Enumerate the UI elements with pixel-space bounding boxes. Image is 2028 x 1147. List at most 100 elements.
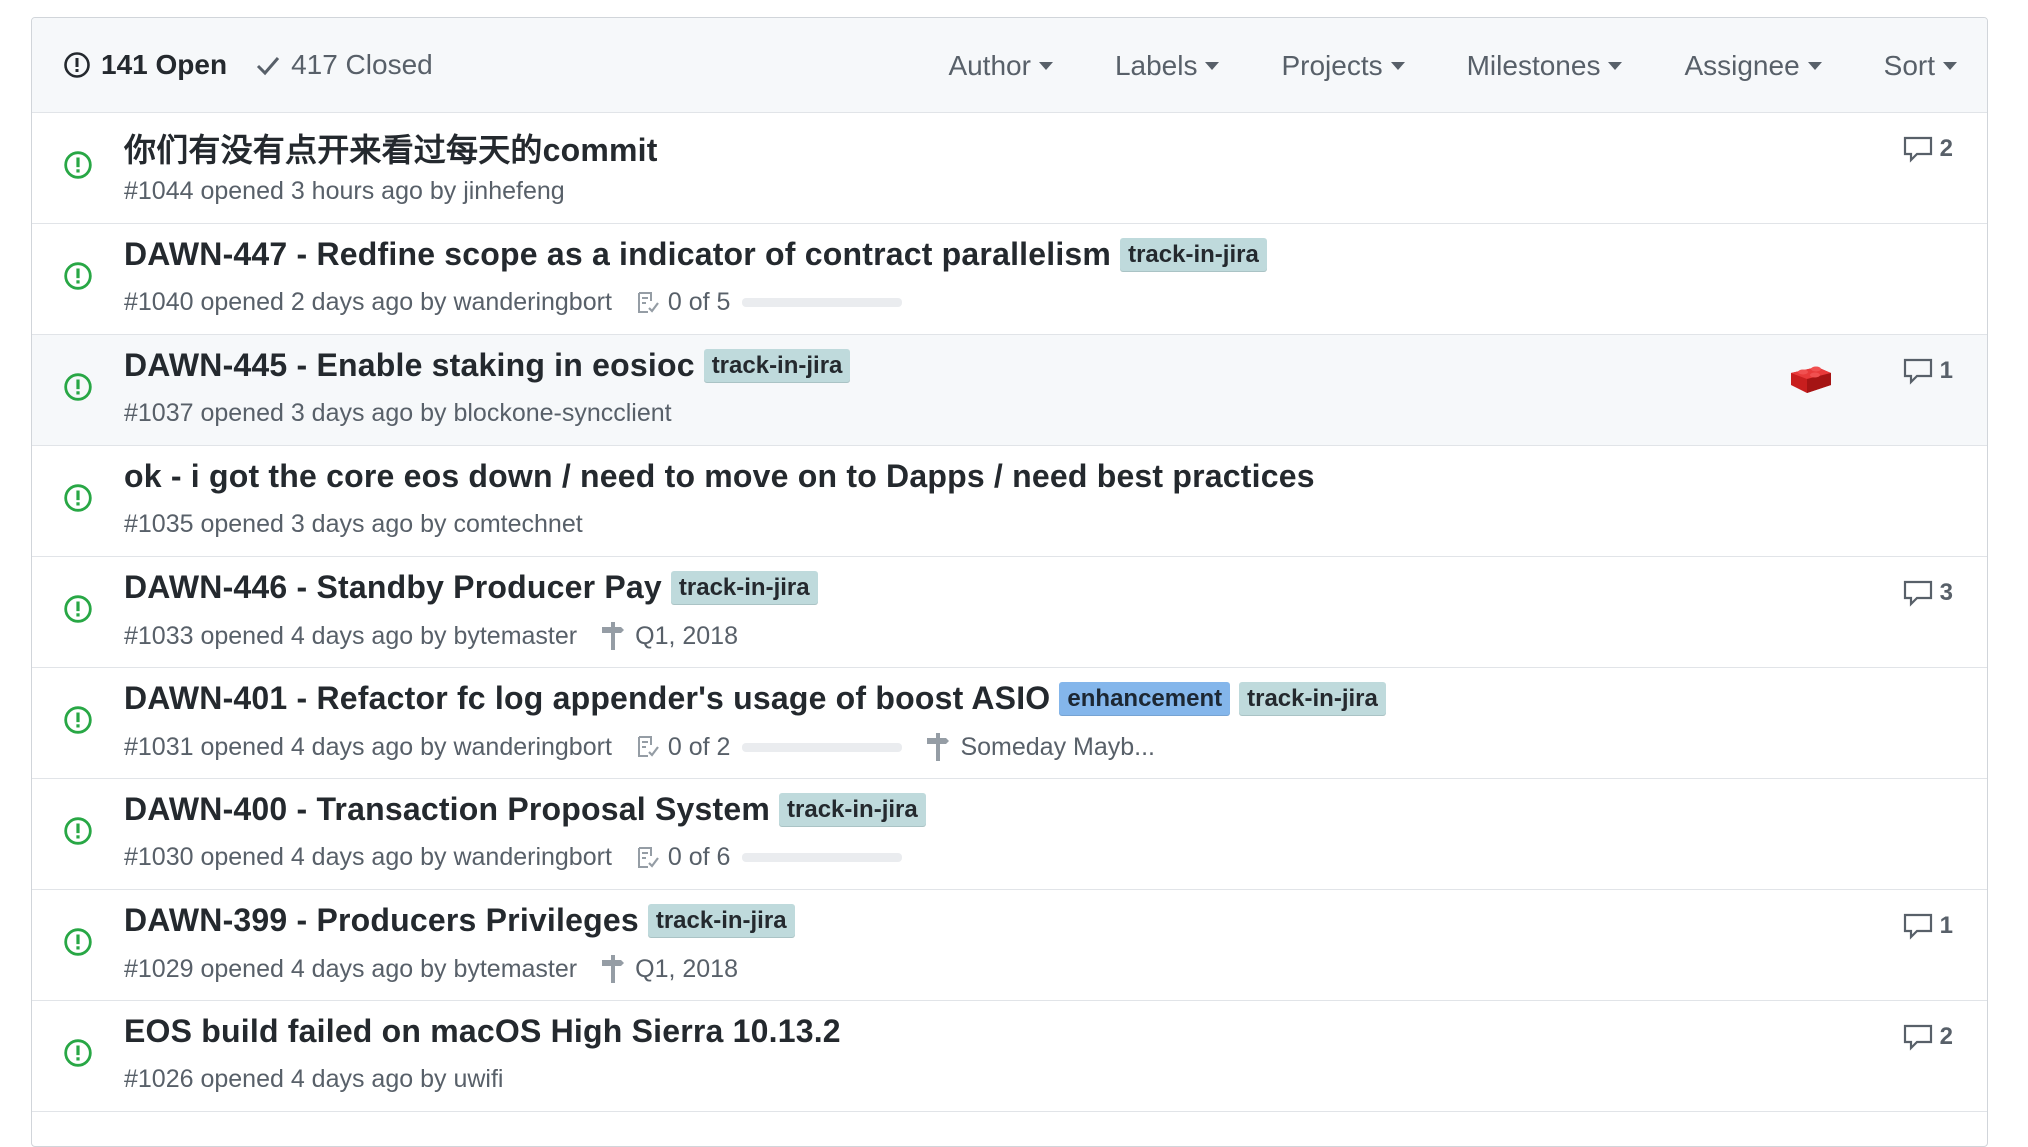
issue-opened-icon [64, 595, 92, 623]
labels-filter[interactable]: Labels [1115, 50, 1220, 82]
comments-link[interactable]: 1 [1903, 357, 1953, 385]
issue-opened-icon [64, 262, 92, 290]
issue-row: 你们有没有点开来看过每天的commit #1044 opened 3 hours… [32, 113, 1987, 224]
closed-count-label: 417 Closed [291, 49, 433, 80]
issue-meta: #1040 opened 2 days ago by wanderingbort… [124, 288, 903, 317]
lego-brick-icon [1791, 366, 1831, 393]
issue-row: DAWN-401 - Refactor fc log appender's us… [32, 668, 1987, 779]
milestone-link[interactable]: Someday Mayb... [926, 732, 1155, 762]
comment-icon [1903, 580, 1932, 607]
issue-opened-icon [64, 1039, 92, 1067]
issue-opened-icon [64, 484, 92, 512]
author-link[interactable]: jinhefeng [463, 177, 564, 206]
issue-row: DAWN-446 - Standby Producer Pay track-in… [32, 557, 1987, 668]
checklist-icon [637, 736, 659, 757]
caret-down-icon [1608, 61, 1623, 70]
milestones-filter[interactable]: Milestones [1467, 50, 1623, 82]
issues-header: 141 Open 417 Closed Author Labels Projec… [32, 18, 1987, 113]
issue-meta: #1031 opened 4 days ago by wanderingbort… [124, 732, 1155, 762]
task-progress: 0 of 2 [636, 733, 903, 762]
issue-row: EOS build failed on macOS High Sierra 10… [32, 1001, 1987, 1112]
issue-opened-icon [64, 151, 92, 179]
comment-icon [1903, 1024, 1932, 1051]
projects-filter[interactable]: Projects [1281, 50, 1405, 82]
assignee-filter[interactable]: Assignee [1684, 50, 1822, 82]
milestone-icon [927, 733, 950, 761]
issue-meta: #1033 opened 4 days ago by bytemaster Q1… [124, 621, 738, 651]
issue-title-link[interactable]: DAWN-447 - Redfine scope as a indicator … [124, 236, 1111, 273]
issue-title-link[interactable]: DAWN-400 - Transaction Proposal System [124, 791, 770, 828]
task-progress: 0 of 6 [636, 843, 903, 872]
label-track-in-jira[interactable]: track-in-jira [779, 792, 926, 827]
state-toggles: 141 Open 417 Closed [63, 49, 461, 81]
filter-bar: Author Labels Projects Milestones Assign… [886, 18, 1957, 113]
comment-icon [1903, 913, 1932, 940]
task-progress: 0 of 5 [636, 288, 903, 317]
author-link[interactable]: wanderingbort [453, 733, 611, 762]
issue-meta: #1026 opened 4 days ago by uwifi [124, 1065, 504, 1094]
issue-meta: #1029 opened 4 days ago by bytemaster Q1… [124, 954, 738, 984]
issue-title-link[interactable]: DAWN-399 - Producers Privileges [124, 902, 639, 939]
issue-meta: #1044 opened 3 hours ago by jinhefeng [124, 177, 565, 206]
issue-title-link[interactable]: 你们有没有点开来看过每天的commit [124, 125, 658, 171]
comment-icon [1903, 358, 1932, 385]
issue-meta: #1037 opened 3 days ago by blockone-sync… [124, 399, 672, 428]
issues-list-box: 141 Open 417 Closed Author Labels Projec… [31, 17, 1988, 1147]
caret-down-icon [1390, 61, 1405, 70]
issue-title-link[interactable]: DAWN-401 - Refactor fc log appender's us… [124, 680, 1050, 717]
milestone-link[interactable]: Q1, 2018 [601, 621, 738, 651]
author-filter[interactable]: Author [948, 50, 1053, 82]
label-track-in-jira[interactable]: track-in-jira [670, 570, 818, 605]
issue-row: DAWN-400 - Transaction Proposal System t… [32, 779, 1987, 890]
label-track-in-jira[interactable]: track-in-jira [1239, 681, 1386, 716]
author-link[interactable]: bytemaster [453, 955, 577, 984]
checklist-icon [637, 846, 659, 868]
comments-link[interactable]: 2 [1903, 135, 1953, 163]
issue-opened-icon [64, 52, 90, 78]
task-progress-bar [742, 742, 903, 752]
caret-down-icon [1205, 61, 1220, 70]
label-track-in-jira[interactable]: track-in-jira [647, 903, 795, 938]
author-link[interactable]: blockone-syncclient [453, 399, 671, 428]
closed-issues-toggle[interactable]: 417 Closed [255, 49, 433, 81]
comments-link[interactable]: 2 [1903, 1023, 1953, 1051]
task-progress-bar [742, 853, 903, 862]
label-track-in-jira[interactable]: track-in-jira [703, 348, 851, 383]
comments-link[interactable]: 1 [1903, 912, 1953, 940]
author-link[interactable]: comtechnet [453, 510, 582, 539]
issue-opened-icon [64, 817, 92, 845]
issue-opened-icon [64, 706, 92, 734]
author-link[interactable]: wanderingbort [453, 288, 611, 317]
caret-down-icon [1038, 61, 1053, 70]
milestone-icon [602, 622, 625, 650]
comments-link[interactable]: 3 [1903, 579, 1953, 607]
caret-down-icon [1943, 61, 1957, 70]
caret-down-icon [1807, 61, 1822, 70]
milestone-icon [602, 955, 625, 983]
author-link[interactable]: wanderingbort [453, 843, 611, 872]
check-icon [257, 57, 280, 76]
issue-row: ok - i got the core eos down / need to m… [32, 446, 1987, 557]
comment-icon [1903, 136, 1932, 163]
issue-title-link[interactable]: DAWN-445 - Enable staking in eosioc [124, 347, 695, 384]
issue-row: DAWN-447 - Redfine scope as a indicator … [32, 224, 1987, 335]
issue-title-link[interactable]: ok - i got the core eos down / need to m… [124, 458, 1315, 495]
checklist-icon [637, 291, 659, 313]
author-link[interactable]: uwifi [453, 1065, 503, 1094]
issue-meta: #1030 opened 4 days ago by wanderingbort… [124, 843, 903, 872]
label-enhancement[interactable]: enhancement [1059, 681, 1231, 716]
issue-title-link[interactable]: EOS build failed on macOS High Sierra 10… [124, 1013, 841, 1050]
issue-meta: #1035 opened 3 days ago by comtechnet [124, 510, 583, 539]
sort-filter[interactable]: Sort [1884, 50, 1957, 82]
issue-row: DAWN-445 - Enable staking in eosioc trac… [32, 335, 1987, 446]
task-progress-bar [742, 298, 903, 307]
issue-opened-icon [64, 373, 92, 401]
issue-row: DAWN-399 - Producers Privileges track-in… [32, 890, 1987, 1001]
open-count-label: 141 Open [101, 49, 228, 80]
issue-title-link[interactable]: DAWN-446 - Standby Producer Pay [124, 569, 662, 606]
milestone-link[interactable]: Q1, 2018 [601, 954, 738, 984]
issue-opened-icon [64, 928, 92, 956]
author-link[interactable]: bytemaster [453, 622, 577, 651]
open-issues-toggle[interactable]: 141 Open [63, 49, 227, 81]
label-track-in-jira[interactable]: track-in-jira [1120, 237, 1267, 272]
